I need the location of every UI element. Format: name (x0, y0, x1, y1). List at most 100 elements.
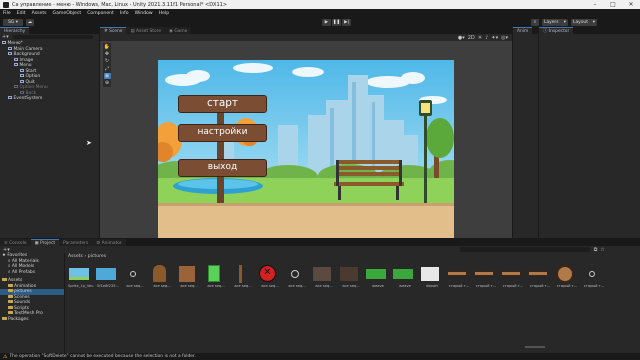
tab-parameters[interactable]: Parameters (59, 239, 93, 246)
rotate-tool-icon[interactable]: ↻ (105, 58, 109, 64)
sprite-thumbnail (338, 263, 359, 284)
exit-button[interactable]: выход (178, 159, 267, 177)
hierarchy-item[interactable]: Back (0, 90, 99, 97)
sprite-thumbnail: ✕ (257, 263, 278, 284)
scale-tool-icon[interactable]: ⤢ (105, 66, 109, 72)
filter-icon[interactable]: ⧉ (594, 247, 598, 253)
2d-toggle[interactable]: 2D (468, 35, 475, 41)
animator-panel: Anim (513, 27, 538, 238)
menu-gameobject[interactable]: GameObject (53, 11, 82, 16)
menu-edit[interactable]: Edit (17, 11, 26, 16)
asset-item[interactable]: ✕ ace seq... (257, 263, 283, 288)
asset-item[interactable]: ace seq... (176, 263, 202, 288)
play-button[interactable]: ▶ (322, 18, 331, 26)
info-icon: ⓘ (543, 29, 548, 34)
window-title: Са управление - меню - Windows, Mac, Lin… (12, 1, 228, 8)
tab-game[interactable]: ◉ Game (165, 27, 192, 34)
asset-item[interactable]: старый т... (473, 263, 499, 288)
add-icon[interactable]: +▾ (2, 34, 9, 40)
asset-item[interactable]: ace seq... (284, 263, 310, 288)
asset-item[interactable]: ace seq... (203, 263, 229, 288)
sprite-thumbnail (392, 263, 413, 284)
menu-window[interactable]: Window (135, 11, 153, 16)
asset-item[interactable]: weave (365, 263, 391, 288)
rect-tool-icon[interactable]: ▣ (103, 72, 111, 79)
gameobject-icon (8, 96, 12, 100)
asset-item[interactable]: ace seq... (338, 263, 364, 288)
close-icon[interactable]: ✕ (622, 1, 640, 8)
start-button[interactable]: старт (178, 95, 267, 113)
project-panel: ≡ Console ▣ Project Parameters ⚙ Animato… (0, 239, 640, 353)
sprite-thumbnail (365, 263, 386, 284)
asset-item[interactable]: старый т... (581, 263, 607, 288)
tab-scene[interactable]: # Scene (100, 27, 127, 34)
tab-hierarchy[interactable]: Hierarchy (0, 27, 30, 34)
breadcrumb-pictures[interactable]: pictures (88, 254, 106, 259)
tab-inspector[interactable]: ⓘ Inspector (539, 27, 574, 34)
breadcrumb-assets[interactable]: Assets (68, 254, 83, 259)
menu-file[interactable]: File (3, 11, 11, 16)
asset-item[interactable]: Sprite_1p_Vec... (68, 263, 94, 288)
gameobject-icon (14, 85, 18, 89)
status-message: The operation "SoftDelete" cannot be exe… (9, 354, 196, 359)
favorite-item[interactable]: ⌕ All Prefabs (0, 270, 64, 276)
asset-item[interactable]: старый т... (527, 263, 553, 288)
tab-asset-store[interactable]: ▤ Asset Store (126, 27, 166, 34)
asset-item[interactable]: 5f1e8f235... (95, 263, 121, 288)
sprite-thumbnail (122, 263, 143, 284)
layout-dropdown[interactable]: Layout ▾ (571, 18, 597, 26)
asset-item[interactable]: weave (392, 263, 418, 288)
gizmos-icon[interactable]: ◎▾ (501, 35, 508, 41)
settings-button[interactable]: настройки (178, 124, 267, 142)
gameobject-icon (20, 68, 24, 72)
hierarchy-search-input[interactable] (12, 34, 93, 40)
project-search-input[interactable] (459, 247, 590, 252)
layers-dropdown[interactable]: Layers ▾ (542, 18, 568, 26)
create-icon[interactable]: +▾ (3, 247, 10, 253)
transform-tool-icon[interactable]: ⊕ (105, 80, 109, 86)
animator-icon: ⚙ (96, 241, 101, 246)
packages-folder[interactable]: Packages (0, 316, 64, 323)
animator-tabstrip: Anim (513, 27, 538, 34)
tab-animator[interactable]: Anim (513, 27, 533, 34)
search-icon[interactable]: ⌕ (531, 18, 539, 26)
tab-project[interactable]: ▣ Project (30, 239, 60, 246)
asset-item[interactable]: ace seq... (230, 263, 256, 288)
inspector-tabstrip: ⓘ Inspector (539, 27, 640, 34)
star-icon[interactable]: ☆ (600, 247, 604, 253)
tab-console[interactable]: ≡ Console (0, 239, 31, 246)
icon-size-slider[interactable] (525, 346, 545, 348)
audio-icon[interactable]: ♪ (485, 35, 488, 41)
asset-item[interactable]: старый т... (446, 263, 472, 288)
menu-help[interactable]: Help (159, 11, 169, 16)
scene-panel: # Scene ▤ Asset Store ◉ Game ●▾ 2D ☀ ♪ ✦… (100, 27, 512, 238)
asset-item[interactable]: ace seq... (311, 263, 337, 288)
pause-button[interactable]: ❚❚ (332, 18, 341, 26)
sprite-thumbnail (446, 263, 467, 284)
hierarchy-item[interactable]: EventSystem (0, 96, 99, 102)
move-tool-icon[interactable]: ✥ (105, 51, 109, 57)
tab-animator-bottom[interactable]: ⚙ Animator (92, 239, 126, 246)
effects-icon[interactable]: ✦▾ (491, 35, 498, 41)
menu-info[interactable]: Info (120, 11, 129, 16)
menu-component[interactable]: Component (87, 11, 114, 16)
minimize-icon[interactable]: – (586, 1, 604, 8)
game-icon: ◉ (169, 29, 173, 34)
asset-grid: Sprite_1p_Vec... 5f1e8f235... ace seq...… (68, 263, 638, 343)
light-icon[interactable]: ☀ (478, 35, 482, 41)
maximize-icon[interactable]: □ (604, 1, 622, 8)
asset-item[interactable]: ace seq... (122, 263, 148, 288)
cloud-icon[interactable]: ☁ (26, 18, 34, 26)
menu-assets[interactable]: Assets (32, 11, 47, 16)
step-button[interactable]: ▶| (342, 18, 351, 26)
main-toolbar: SG ▾ ☁ ▶ ❚❚ ▶| ⌕ Layers ▾ Layout ▾ (0, 17, 640, 27)
asset-item[interactable]: ace seq... (149, 263, 175, 288)
shading-icon[interactable]: ●▾ (458, 35, 465, 41)
account-dropdown[interactable]: SG ▾ (3, 18, 23, 26)
asset-item[interactable]: старый т... (554, 263, 580, 288)
hand-tool-icon[interactable]: ✋ (104, 44, 110, 50)
folder-icon (8, 294, 13, 298)
project-toolbar: +▾ ⧉ ☆ (0, 246, 640, 253)
asset-item[interactable]: depart (419, 263, 445, 288)
asset-item[interactable]: старый т... (500, 263, 526, 288)
